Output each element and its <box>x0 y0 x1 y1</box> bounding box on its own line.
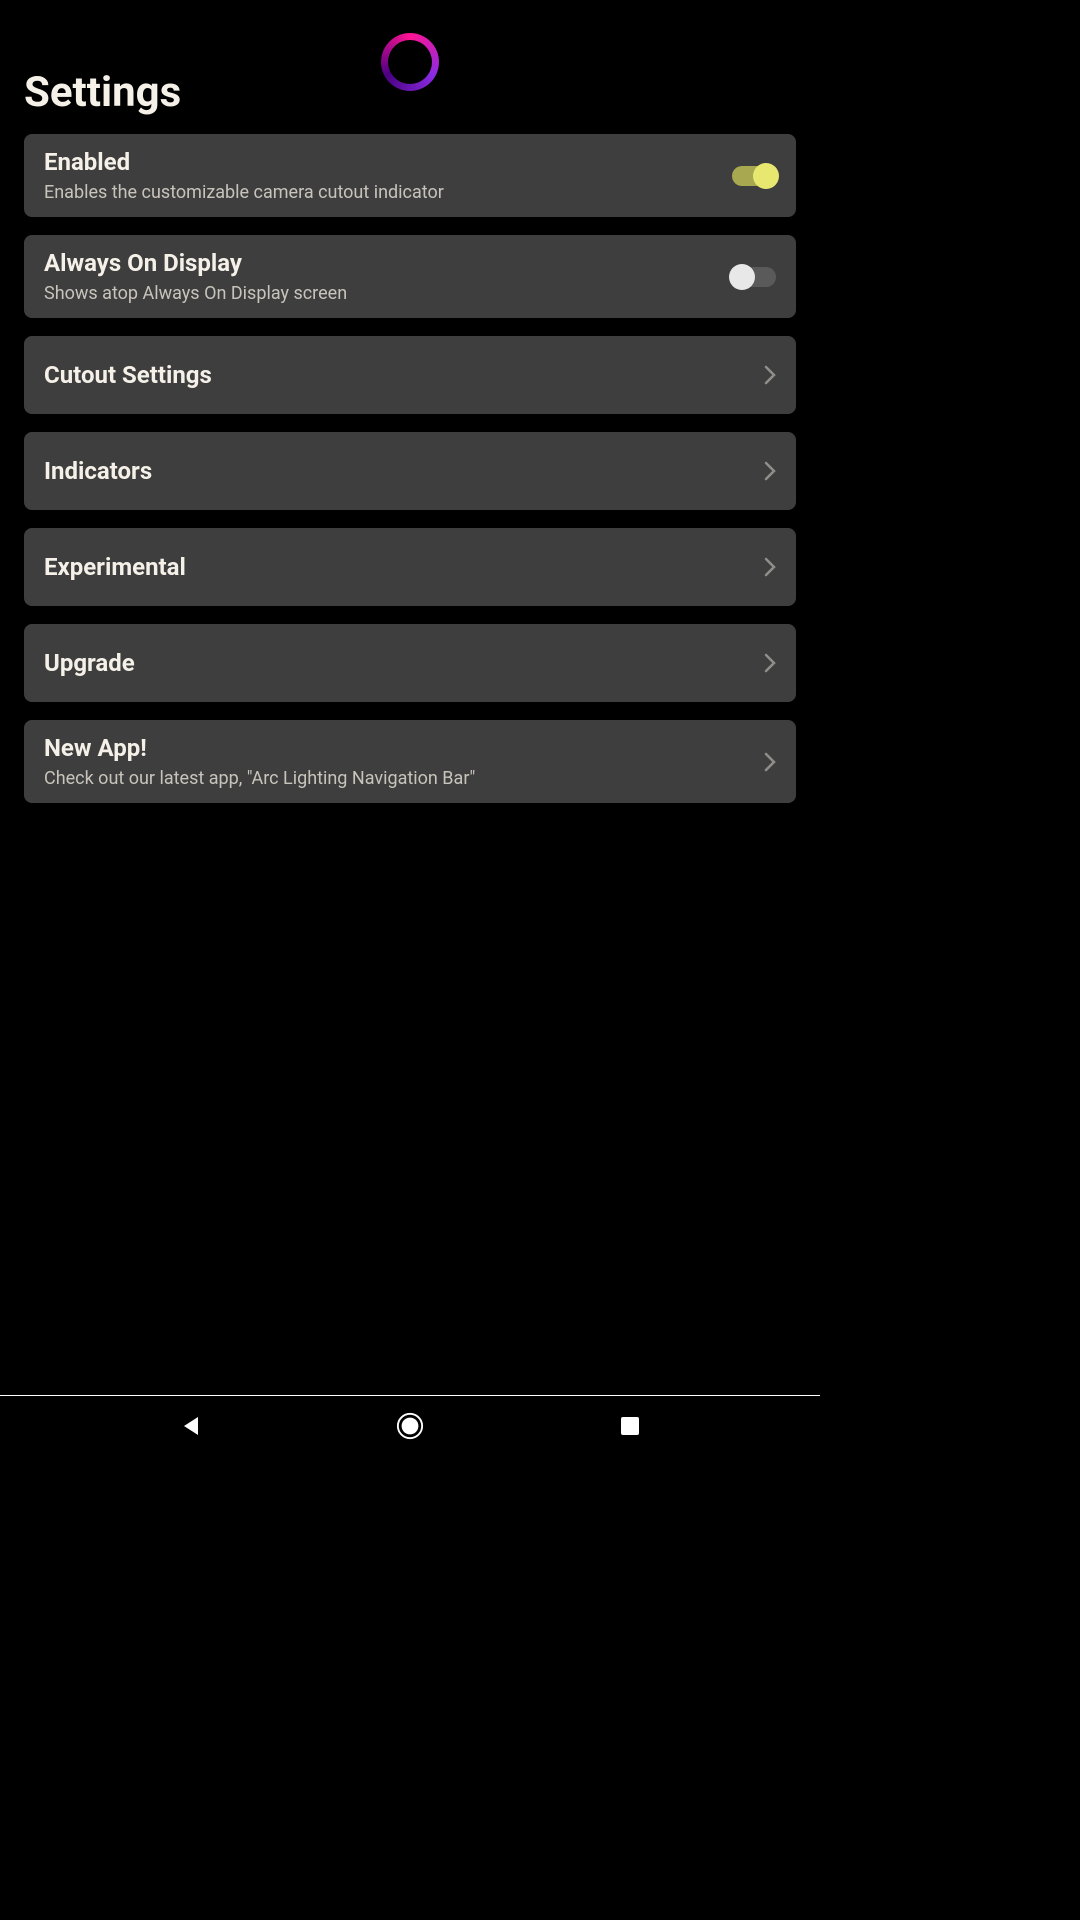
settings-list: Enabled Enables the customizable camera … <box>24 134 796 803</box>
toggle-knob <box>729 264 755 290</box>
setting-item-new-app[interactable]: New App! Check out our latest app, "Arc … <box>24 720 796 803</box>
toggle-always-on-display[interactable] <box>732 267 776 287</box>
setting-title: New App! <box>44 734 764 762</box>
setting-title: Indicators <box>44 457 764 485</box>
camera-cutout-indicator <box>381 33 439 91</box>
setting-text: New App! Check out our latest app, "Arc … <box>44 734 764 789</box>
back-triangle-icon <box>180 1415 200 1437</box>
setting-item-upgrade[interactable]: Upgrade <box>24 624 796 702</box>
setting-title: Cutout Settings <box>44 361 764 389</box>
setting-text: Indicators <box>44 457 764 485</box>
nav-back-button[interactable] <box>176 1412 204 1440</box>
camera-cutout-hole <box>388 40 432 84</box>
setting-text: Always On Display Shows atop Always On D… <box>44 249 732 304</box>
nav-home-button[interactable] <box>396 1412 424 1440</box>
setting-desc: Shows atop Always On Display screen <box>44 283 732 304</box>
setting-desc: Enables the customizable camera cutout i… <box>44 182 732 203</box>
chevron-right-icon <box>764 557 776 577</box>
chevron-right-icon <box>764 461 776 481</box>
chevron-right-icon <box>764 752 776 772</box>
chevron-right-icon <box>764 365 776 385</box>
setting-text: Upgrade <box>44 649 764 677</box>
setting-title: Enabled <box>44 148 732 176</box>
navigation-bar <box>0 1395 820 1455</box>
home-circle-icon <box>396 1411 424 1441</box>
setting-text: Experimental <box>44 553 764 581</box>
toggle-knob <box>753 163 779 189</box>
setting-text: Cutout Settings <box>44 361 764 389</box>
recent-square-icon <box>621 1417 639 1435</box>
setting-item-experimental[interactable]: Experimental <box>24 528 796 606</box>
setting-text: Enabled Enables the customizable camera … <box>44 148 732 203</box>
setting-desc: Check out our latest app, "Arc Lighting … <box>44 768 764 789</box>
setting-item-cutout-settings[interactable]: Cutout Settings <box>24 336 796 414</box>
setting-item-indicators[interactable]: Indicators <box>24 432 796 510</box>
chevron-right-icon <box>764 653 776 673</box>
setting-title: Upgrade <box>44 649 764 677</box>
setting-item-always-on-display[interactable]: Always On Display Shows atop Always On D… <box>24 235 796 318</box>
setting-title: Experimental <box>44 553 764 581</box>
toggle-enabled[interactable] <box>732 166 776 186</box>
setting-title: Always On Display <box>44 249 732 277</box>
nav-recent-button[interactable] <box>616 1412 644 1440</box>
page-title: Settings <box>24 68 181 117</box>
setting-item-enabled[interactable]: Enabled Enables the customizable camera … <box>24 134 796 217</box>
